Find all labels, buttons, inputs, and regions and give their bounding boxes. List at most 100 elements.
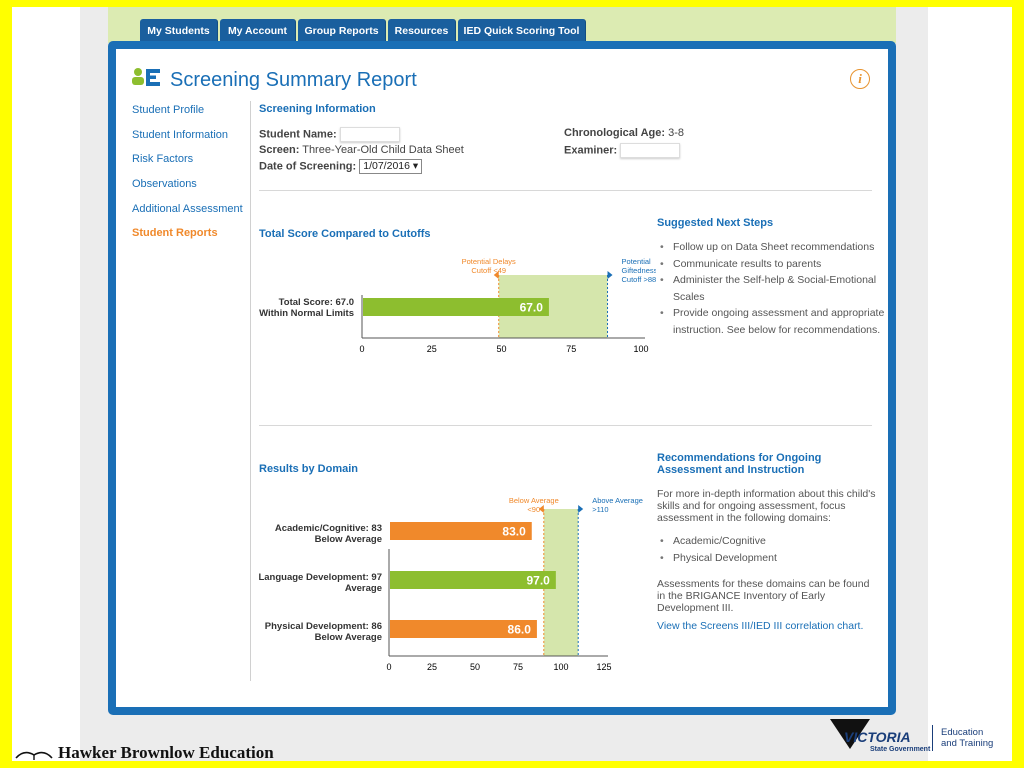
info-icon[interactable]: i	[850, 69, 870, 89]
sidebar-item-student-reports[interactable]: Student Reports	[132, 227, 218, 239]
tab-group-reports[interactable]: Group Reports	[298, 19, 386, 43]
date-select[interactable]: 1/07/2016 ▾	[359, 159, 423, 174]
domain-sublabel: Average	[344, 582, 382, 594]
dept-line1: Education	[941, 727, 984, 738]
correlation-chart-link[interactable]: View the Screens III/IED III correlation…	[657, 620, 863, 632]
cutoff-label: Potential Delays	[462, 257, 516, 266]
domain-label-physical: Physical Development: 86 Below Average	[254, 621, 382, 643]
next-step-item: Administer the Self-help & Social-Emotio…	[657, 272, 887, 305]
tab-resources[interactable]: Resources	[388, 19, 456, 43]
next-steps-list: Follow up on Data Sheet recommendations …	[657, 239, 887, 338]
bar-value-label: 97.0	[526, 574, 550, 588]
tab-my-students[interactable]: My Students	[140, 19, 218, 43]
student-name-field	[339, 127, 400, 142]
cutoff-marker	[578, 505, 584, 513]
cutoff-label: Above Average	[592, 496, 643, 505]
results-domain-chart: Below Average<90 Above Average>110 83.0 97.…	[386, 496, 643, 672]
domain-sublabel: Below Average	[314, 533, 382, 545]
x-tick-label: 50	[496, 344, 506, 354]
x-tick-label: 75	[513, 662, 523, 672]
student-name-row: Student Name:	[259, 127, 400, 142]
next-step-item: Follow up on Data Sheet recommendations	[657, 239, 887, 256]
sidebar-item-student-information[interactable]: Student Information	[132, 129, 228, 141]
sidebar-item-observations[interactable]: Observations	[132, 178, 197, 190]
x-tick-label: 100	[553, 662, 568, 672]
student-name-label: Student Name:	[259, 128, 337, 141]
publisher-name: Hawker Brownlow Education	[58, 743, 274, 761]
recommendations-note: Assessments for these domains can be fou…	[657, 578, 870, 614]
x-tick-label: 125	[596, 662, 611, 672]
screen-label: Screen:	[259, 144, 300, 156]
dept-name: Education and Training	[941, 727, 993, 749]
examiner-label: Examiner:	[564, 144, 618, 157]
age-label: Chronological Age:	[564, 127, 666, 139]
domain-sublabel: Below Average	[314, 631, 382, 643]
x-tick-label: 0	[386, 662, 391, 672]
next-step-item: Provide ongoing assessment and appropria…	[657, 305, 887, 338]
date-select-value: 1/07/2016	[363, 160, 410, 172]
recommendations-intro: For more in-depth information about this…	[657, 488, 876, 524]
dept-line2: and Training	[941, 738, 994, 749]
examiner-field	[620, 143, 681, 158]
bar-value-label: 67.0	[520, 301, 544, 315]
gov-sub: State Government	[870, 746, 931, 753]
sidebar-divider	[250, 101, 251, 681]
x-tick-label: 75	[566, 344, 576, 354]
cutoff-label: Cutoff <49	[471, 266, 506, 275]
recommended-domain-item: Academic/Cognitive	[657, 533, 877, 550]
bar-value-label: 86.0	[508, 623, 532, 637]
screen-row: Screen: Three-Year-Old Child Data Sheet	[259, 144, 464, 156]
sidebar-item-additional-assessment[interactable]: Additional Assessment	[132, 203, 243, 215]
top-navigation: My Students My Account Group Reports Res…	[108, 7, 896, 43]
cutoff-marker	[607, 271, 613, 279]
report-panel: Screening Summary Report i Student Profi…	[116, 49, 888, 707]
bar-value-label: 83.0	[502, 525, 526, 539]
cutoff-label: Giftedness	[622, 266, 656, 275]
domain-name: Academic/Cognitive: 83	[274, 523, 382, 534]
sidebar-item-student-profile[interactable]: Student Profile	[132, 104, 204, 116]
total-score-category-label: Total Score: 67.0 Within Normal Limits	[256, 297, 354, 319]
recommendations-domain-list: Academic/Cognitive Physical Development	[657, 533, 877, 566]
cutoff-label: Below Average	[509, 496, 559, 505]
domain-label-academic: Academic/Cognitive: 83 Below Average	[254, 523, 382, 545]
x-tick-label: 0	[359, 344, 364, 354]
cutoff-label: <90	[527, 505, 540, 514]
footer-publisher: Hawker Brownlow Education	[14, 743, 274, 761]
total-score-chart: Potential DelaysCutoff <49 PotentialGifte…	[359, 257, 656, 354]
total-score-label-line2: Within Normal Limits	[259, 308, 354, 319]
domain-name: Physical Development: 86	[264, 621, 382, 632]
next-steps-heading: Suggested Next Steps	[657, 217, 774, 229]
report-logo-icon	[132, 68, 160, 86]
screening-info-heading: Screening Information	[259, 103, 376, 115]
domain-label-language: Language Development: 97 Average	[254, 572, 382, 594]
recommended-domain-item: Physical Development	[657, 550, 877, 567]
tab-ied-quick-scoring[interactable]: IED Quick Scoring Tool	[458, 19, 586, 43]
date-label: Date of Screening:	[259, 160, 357, 173]
x-tick-label: 25	[427, 344, 437, 354]
open-book-icon	[15, 751, 53, 760]
x-tick-label: 25	[427, 662, 437, 672]
results-domain-heading: Results by Domain	[259, 463, 359, 475]
x-tick-label: 50	[470, 662, 480, 672]
page-title: Screening Summary Report	[170, 69, 417, 91]
section-divider	[259, 425, 872, 426]
recommendations-heading: Recommendations for Ongoing Assessment a…	[657, 452, 822, 476]
footer-divider	[932, 725, 933, 751]
chevron-down-icon: ▾	[412, 160, 419, 172]
examiner-row: Examiner:	[564, 143, 681, 158]
date-row: Date of Screening: 1/07/2016 ▾	[259, 159, 423, 174]
tab-my-account[interactable]: My Account	[220, 19, 296, 43]
total-score-heading: Total Score Compared to Cutoffs	[259, 228, 431, 240]
cutoff-label: Cutoff >88	[622, 275, 656, 284]
gov-name: VICTORIA	[844, 729, 911, 745]
screen-value: Three-Year-Old Child Data Sheet	[302, 144, 464, 156]
section-divider	[259, 190, 872, 191]
slide-page: My Students My Account Group Reports Res…	[12, 7, 1012, 761]
x-tick-label: 100	[633, 344, 648, 354]
cutoff-label: >110	[592, 505, 608, 514]
age-row: Chronological Age: 3-8	[564, 127, 684, 139]
total-score-label-line1: Total Score: 67.0	[278, 297, 354, 308]
domain-name: Language Development: 97	[258, 572, 382, 583]
next-step-item: Communicate results to parents	[657, 256, 887, 273]
sidebar-item-risk-factors[interactable]: Risk Factors	[132, 153, 193, 165]
